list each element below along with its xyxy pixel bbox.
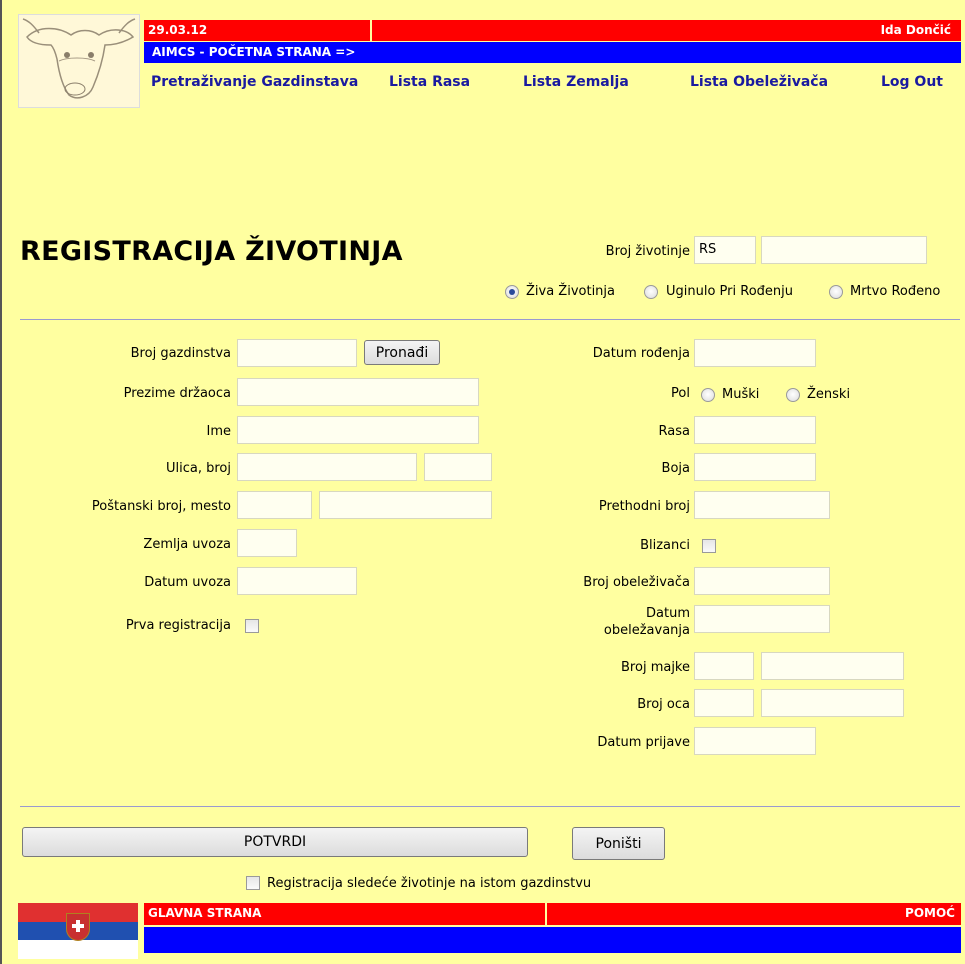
nav-lista-obelezivaca[interactable]: Lista Obeleživača — [690, 73, 828, 97]
nav-lista-zemalja[interactable]: Lista Zemalja — [523, 73, 629, 97]
broj-obelezivaca-input[interactable] — [694, 567, 830, 595]
user-name: Ida Dončić — [880, 23, 951, 37]
datum-prijave-input[interactable] — [694, 727, 816, 755]
date-text: 29.03.12 — [148, 23, 208, 37]
cow-logo-icon — [22, 18, 136, 99]
prethodni-broj-input[interactable] — [694, 491, 830, 519]
rasa-label: Rasa — [658, 424, 690, 439]
radio-muski-label: Muški — [722, 387, 760, 402]
nav-log-out[interactable]: Log Out — [881, 73, 943, 97]
boja-label: Boja — [661, 461, 690, 476]
postanski-label: Poštanski broj, mesto — [91, 499, 231, 514]
nav-lista-rasa[interactable]: Lista Rasa — [389, 73, 470, 97]
footer-help-bar: POMOĆ — [547, 903, 961, 925]
broj-oca-input[interactable] — [761, 689, 904, 717]
ulica-input[interactable] — [237, 453, 417, 481]
page-title: REGISTRACIJA ŽIVOTINJA — [20, 236, 403, 267]
footer-help-link[interactable]: POMOĆ — [905, 906, 955, 920]
divider-top — [20, 319, 960, 320]
user-bar: Ida Dončić — [372, 20, 961, 41]
footer-blue-bar — [144, 927, 961, 953]
broj-majke-input[interactable] — [761, 652, 904, 680]
breadcrumb-bar: AIMCS - POČETNA STRANA => — [144, 42, 961, 63]
date-bar: 29.03.12 — [144, 20, 370, 41]
datum-uvoza-label: Datum uvoza — [144, 575, 231, 590]
broj-oca-label: Broj oca — [637, 697, 690, 712]
footer-home-bar: GLAVNA STRANA — [144, 903, 545, 925]
radio-zenski-label: Ženski — [807, 387, 851, 402]
radio-muski[interactable] — [701, 388, 715, 402]
radio-mrtvo-rodjeno[interactable] — [829, 285, 843, 299]
pol-label: Pol — [671, 386, 690, 401]
animal-number-prefix-input[interactable]: RS — [694, 236, 756, 264]
datum-obelezavanja-label-line1: Datum — [646, 606, 690, 621]
prva-registracija-checkbox[interactable] — [245, 619, 259, 633]
blizanci-checkbox[interactable] — [702, 539, 716, 553]
broj-majke-prefix-input[interactable] — [694, 652, 754, 680]
ponisti-button[interactable]: Poništi — [572, 827, 665, 860]
datum-obelezavanja-input[interactable] — [694, 605, 830, 633]
animal-number-label: Broj životinje — [605, 244, 690, 259]
mesto-input[interactable] — [319, 491, 492, 519]
ime-input[interactable] — [237, 416, 479, 444]
ulica-label: Ulica, broj — [166, 461, 231, 476]
prezime-input[interactable] — [237, 378, 479, 406]
page: 29.03.12 Ida Dončić AIMCS - POČETNA STRA… — [0, 0, 965, 964]
nav-pretrazivanje-gazdinstava[interactable]: Pretraživanje Gazdinstava — [151, 73, 358, 97]
postanski-broj-input[interactable] — [237, 491, 312, 519]
divider-bottom — [20, 806, 960, 807]
datum-rodjenja-label: Datum rođenja — [592, 346, 690, 361]
zemlja-uvoza-input[interactable] — [237, 529, 297, 557]
datum-uvoza-input[interactable] — [237, 567, 357, 595]
radio-uginulo-pri-rodjenju-label: Uginulo Pri Rođenju — [666, 284, 793, 299]
next-same-farm-label: Registracija sledeće životinje na istom … — [267, 876, 592, 891]
broj-gazdinstva-input[interactable] — [237, 339, 357, 367]
rasa-input[interactable] — [694, 416, 816, 444]
boja-input[interactable] — [694, 453, 816, 481]
pronadji-button[interactable]: Pronađi — [364, 340, 440, 365]
prva-registracija-label: Prva registracija — [125, 618, 231, 633]
radio-ziva-zivotinja-label: Živa Životinja — [526, 284, 616, 299]
prethodni-broj-label: Prethodni broj — [598, 499, 690, 514]
radio-ziva-zivotinja[interactable] — [505, 285, 519, 299]
datum-prijave-label: Datum prijave — [597, 735, 690, 750]
blizanci-label: Blizanci — [640, 538, 690, 553]
broj-oca-prefix-input[interactable] — [694, 689, 754, 717]
animal-number-input[interactable] — [761, 236, 927, 264]
zemlja-uvoza-label: Zemlja uvoza — [143, 537, 231, 552]
datum-rodjenja-input[interactable] — [694, 339, 816, 367]
broj-obelezivaca-label: Broj obeleživača — [583, 575, 690, 590]
ulica-broj-input[interactable] — [424, 453, 492, 481]
radio-mrtvo-rodjeno-label: Mrtvo Rođeno — [850, 284, 941, 299]
serbia-flag-icon — [18, 903, 138, 959]
cow-logo — [18, 14, 140, 108]
radio-zenski[interactable] — [786, 388, 800, 402]
prezime-label: Prezime držaoca — [123, 386, 231, 401]
footer-home-link[interactable]: GLAVNA STRANA — [148, 906, 261, 920]
breadcrumb[interactable]: AIMCS - POČETNA STRANA => — [152, 45, 355, 59]
broj-majke-label: Broj majke — [621, 660, 690, 675]
radio-uginulo-pri-rodjenju[interactable] — [644, 285, 658, 299]
ime-label: Ime — [206, 424, 232, 439]
datum-obelezavanja-label-line2: obeležavanja — [603, 623, 690, 638]
next-same-farm-checkbox[interactable] — [246, 876, 260, 890]
left-border — [0, 0, 2, 964]
potvrdi-button[interactable]: POTVRDI — [22, 827, 528, 857]
broj-gazdinstva-label: Broj gazdinstva — [130, 346, 231, 361]
